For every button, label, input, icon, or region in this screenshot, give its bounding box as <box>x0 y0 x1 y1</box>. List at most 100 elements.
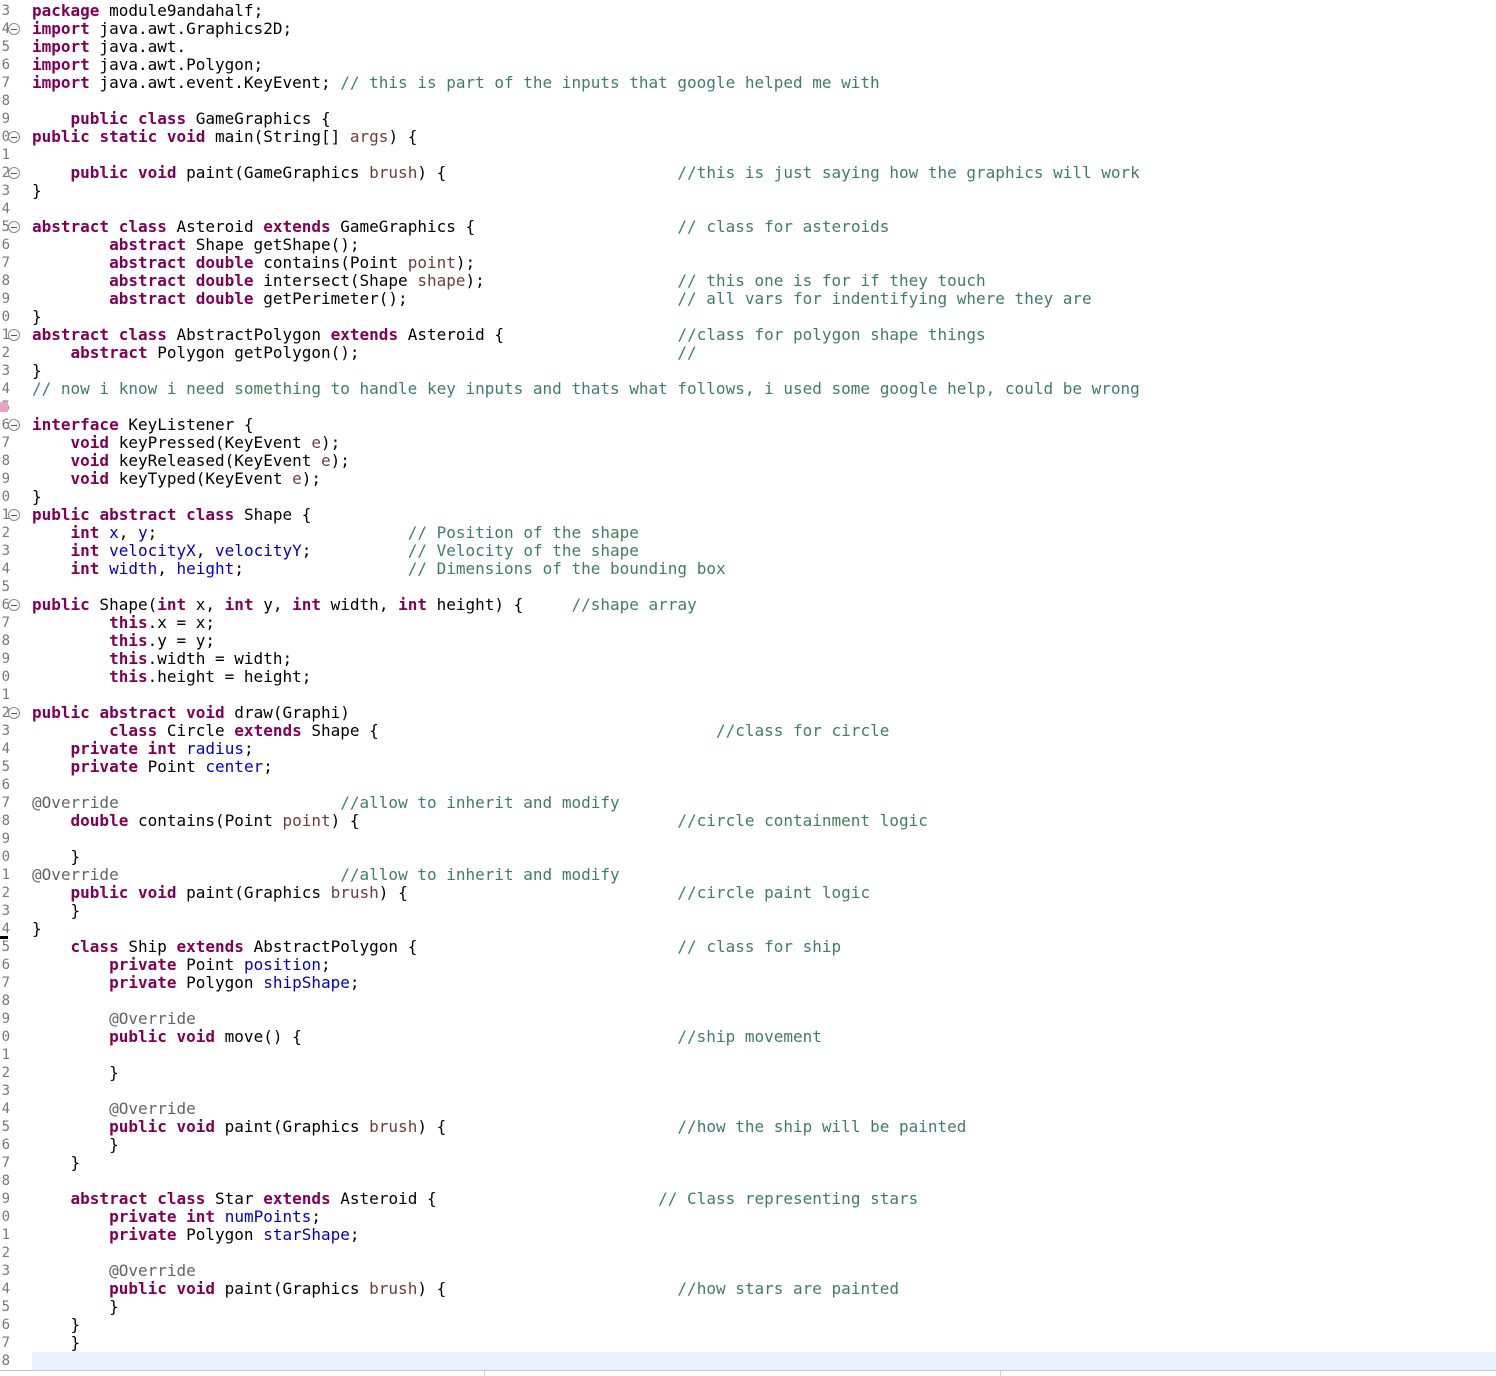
code-line[interactable]: 5 private Point center; <box>0 758 1496 776</box>
code-line[interactable]: 9 this.width = width; <box>0 650 1496 668</box>
code-line[interactable]: 2 } <box>0 1064 1496 1082</box>
code-line[interactable]: 6 } <box>0 1136 1496 1154</box>
code-text: private Point position; <box>109 955 331 974</box>
code-line[interactable]: 7 abstract double contains(Point point); <box>0 254 1496 272</box>
code-line[interactable]: 1 public abstract class Shape { <box>0 506 1496 524</box>
code-line[interactable]: 5 <box>0 398 1496 416</box>
code-line[interactable]: 0} <box>0 488 1496 506</box>
code-line[interactable]: 5 abstract class Asteroid extends GameGra… <box>0 218 1496 236</box>
fold-collapse-icon[interactable] <box>8 509 20 521</box>
code-text: void keyTyped(KeyEvent e); <box>70 469 321 488</box>
code-text: public static void main(String[] args) { <box>32 127 418 146</box>
code-line[interactable]: 8 void keyReleased(KeyEvent e); <box>0 452 1496 470</box>
fold-collapse-icon[interactable] <box>8 221 20 233</box>
code-line[interactable]: 4 @Override <box>0 1100 1496 1118</box>
code-line[interactable]: 6 interface KeyListener { <box>0 416 1496 434</box>
line-number: 0 <box>1 1209 10 1225</box>
code-line[interactable]: 8 <box>0 1172 1496 1190</box>
code-line[interactable]: 9 @Override <box>0 1010 1496 1028</box>
code-line[interactable]: 4 public void paint(Graphics brush) { //… <box>0 1280 1496 1298</box>
line-number: 3 <box>1 363 10 379</box>
code-line[interactable]: 0} <box>0 308 1496 326</box>
code-line[interactable]: 0 this.height = height; <box>0 668 1496 686</box>
code-line[interactable]: 0 public static void main(String[] args) … <box>0 128 1496 146</box>
code-line[interactable]: 3 int velocityX, velocityY; // Velocity … <box>0 542 1496 560</box>
fold-collapse-icon[interactable] <box>8 131 20 143</box>
code-line[interactable]: 8 this.y = y; <box>0 632 1496 650</box>
code-line[interactable]: 3} <box>0 182 1496 200</box>
code-line[interactable]: 1 <box>0 1046 1496 1064</box>
line-number: 7 <box>1 435 10 451</box>
code-text: @Override <box>109 1261 196 1280</box>
code-line[interactable]: 4 <box>0 200 1496 218</box>
code-line[interactable]: 9 public class GameGraphics { <box>0 110 1496 128</box>
code-line[interactable]: 8 <box>0 992 1496 1010</box>
code-line[interactable]: 7 @Override //allow to inherit and modify <box>0 794 1496 812</box>
code-line[interactable]: 5 <box>0 578 1496 596</box>
code-line[interactable]: 2 public void paint(Graphics brush) { //… <box>0 884 1496 902</box>
code-line[interactable]: 4 private int radius; <box>0 740 1496 758</box>
code-line[interactable]: 2 <box>0 1244 1496 1262</box>
code-line[interactable]: 8 double contains(Point point) { //circl… <box>0 812 1496 830</box>
code-line[interactable]: 5 } <box>0 1298 1496 1316</box>
code-line[interactable]: 1 private Polygon starShape; <box>0 1226 1496 1244</box>
code-line[interactable]: 6 public Shape(int x, int y, int width, i… <box>0 596 1496 614</box>
code-text: private Polygon shipShape; <box>109 973 360 992</box>
code-line[interactable]: 5 import java.awt. <box>0 38 1496 56</box>
code-line[interactable]: 3 @Override <box>0 1262 1496 1280</box>
code-line[interactable]: 1 @Override //allow to inherit and modify <box>0 866 1496 884</box>
code-line[interactable]: 2 public void paint(GameGraphics brush) … <box>0 164 1496 182</box>
fold-collapse-icon[interactable] <box>8 707 20 719</box>
code-text: class Ship extends AbstractPolygon { // … <box>70 937 842 956</box>
code-line[interactable]: 7 this.x = x; <box>0 614 1496 632</box>
fold-collapse-icon[interactable] <box>8 167 20 179</box>
code-line[interactable]: 8 <box>2 1352 1496 1370</box>
code-line[interactable]: 7 void keyPressed(KeyEvent e); <box>0 434 1496 452</box>
code-line[interactable]: 3 package module9andahalf; <box>0 2 1496 20</box>
code-line[interactable]: 0 public void move() { //ship movement <box>0 1028 1496 1046</box>
code-line[interactable]: 6 <box>0 776 1496 794</box>
code-line[interactable]: 3 <box>0 1082 1496 1100</box>
code-line[interactable]: 2 public abstract void draw(Graphi) <box>0 704 1496 722</box>
code-line[interactable]: 4 import java.awt.Graphics2D; <box>0 20 1496 38</box>
line-number: 1 <box>1 1227 10 1243</box>
code-line[interactable]: 6 private Point position; <box>0 956 1496 974</box>
code-line[interactable]: 3} <box>0 362 1496 380</box>
code-line[interactable]: 4} <box>0 920 1496 938</box>
code-text: } <box>32 307 42 326</box>
line-number: 8 <box>1 993 10 1009</box>
code-line[interactable]: 5 class Ship extends AbstractPolygon { /… <box>0 938 1496 956</box>
fold-collapse-icon[interactable] <box>8 23 20 35</box>
code-line[interactable]: 7 } <box>0 1154 1496 1172</box>
code-editor[interactable]: 3 package module9andahalf; 4 import java.aw… <box>0 0 1496 1376</box>
code-line[interactable]: 8 <box>0 92 1496 110</box>
code-line[interactable]: 6 import java.awt.Polygon; <box>0 56 1496 74</box>
code-line[interactable]: 4 // now i know i need something to handl… <box>0 380 1496 398</box>
code-line[interactable]: 0 } <box>0 848 1496 866</box>
code-line[interactable]: 3 class Circle extends Shape { //class f… <box>0 722 1496 740</box>
code-line[interactable]: 6 } <box>0 1316 1496 1334</box>
code-line[interactable]: 9 <box>0 830 1496 848</box>
code-line[interactable]: 7 import java.awt.event.KeyEvent; // this… <box>0 74 1496 92</box>
fold-collapse-icon[interactable] <box>8 329 20 341</box>
editor-bottom-border <box>0 1370 1496 1371</box>
code-line[interactable]: 2 abstract Polygon getPolygon(); // <box>0 344 1496 362</box>
code-line[interactable]: 8 abstract double intersect(Shape shape)… <box>0 272 1496 290</box>
code-line[interactable]: 1 <box>0 686 1496 704</box>
code-line[interactable]: 7 } <box>0 1334 1496 1352</box>
code-line[interactable]: 3 } <box>0 902 1496 920</box>
line-number: 7 <box>1 75 10 91</box>
code-line[interactable]: 7 private Polygon shipShape; <box>0 974 1496 992</box>
fold-collapse-icon[interactable] <box>8 419 20 431</box>
code-line[interactable]: 6 abstract Shape getShape(); <box>0 236 1496 254</box>
code-line[interactable]: 4 int width, height; // Dimensions of th… <box>0 560 1496 578</box>
code-line[interactable]: 1 <box>0 146 1496 164</box>
code-line[interactable]: 9 abstract double getPerimeter(); // all… <box>0 290 1496 308</box>
code-line[interactable]: 9 void keyTyped(KeyEvent e); <box>0 470 1496 488</box>
code-line[interactable]: 1 abstract class AbstractPolygon extends … <box>0 326 1496 344</box>
code-line[interactable]: 2 int x, y; // Position of the shape <box>0 524 1496 542</box>
code-line[interactable]: 0 private int numPoints; <box>0 1208 1496 1226</box>
fold-collapse-icon[interactable] <box>8 599 20 611</box>
code-line[interactable]: 5 public void paint(Graphics brush) { //… <box>0 1118 1496 1136</box>
code-line[interactable]: 9 abstract class Star extends Asteroid {… <box>0 1190 1496 1208</box>
